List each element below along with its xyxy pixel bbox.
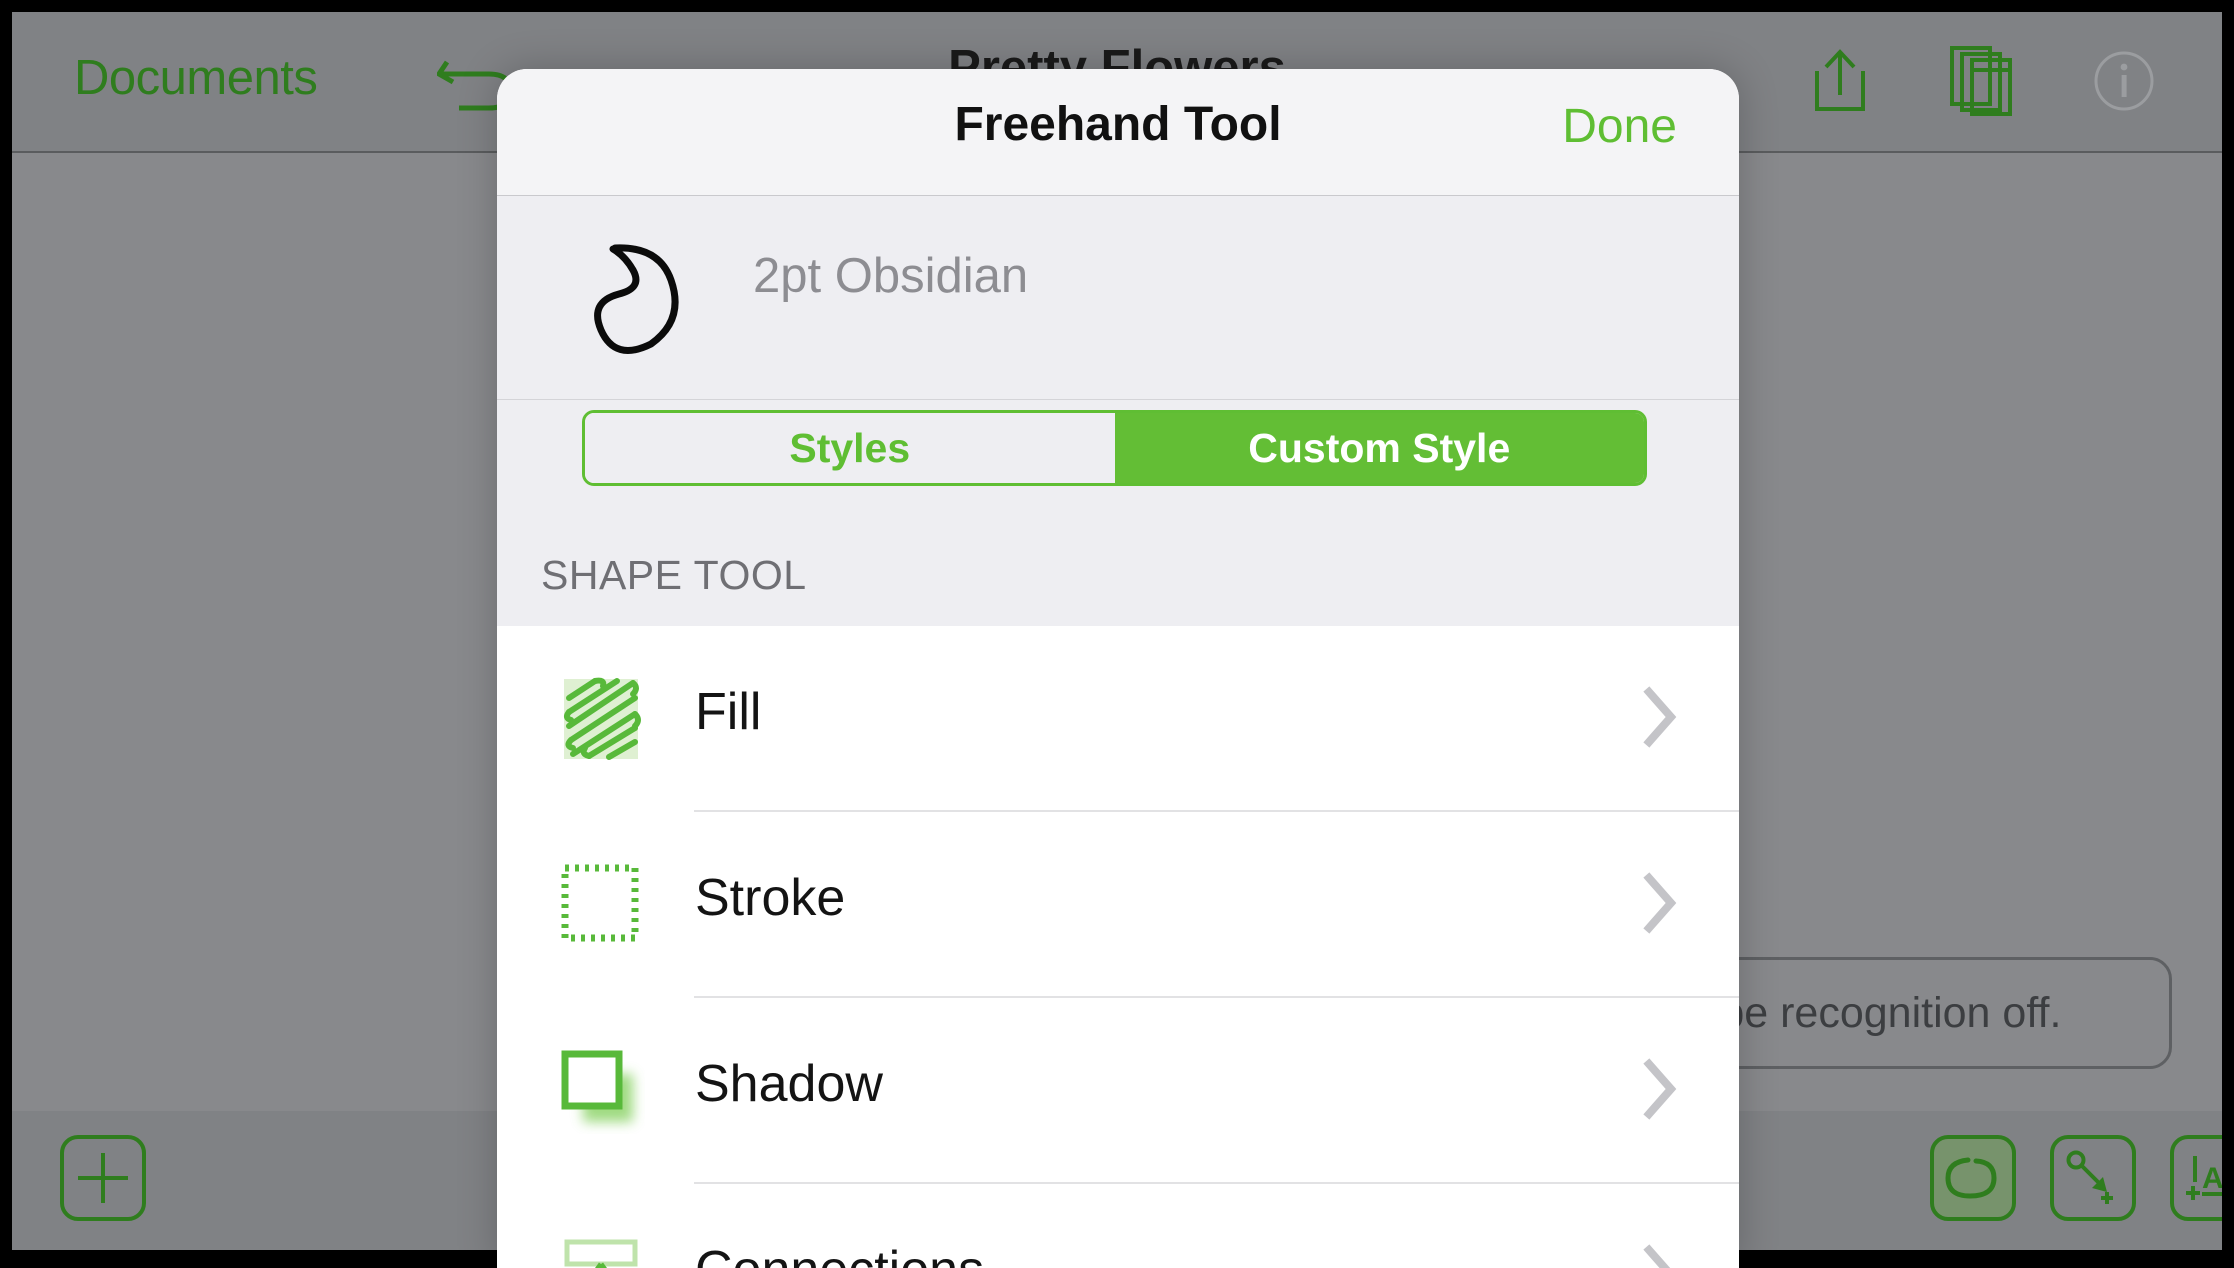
style-mode-segmented-wrap: Styles Custom Style [497,400,1739,522]
chevron-right-icon [1643,1244,1679,1268]
done-button[interactable]: Done [1562,99,1677,154]
list-row-label: Fill [695,683,762,741]
info-icon[interactable] [2084,38,2164,124]
connections-icon [559,1234,645,1268]
add-shape-button[interactable] [60,1135,146,1221]
freehand-tool-button[interactable] [1930,1135,2016,1221]
style-mode-segmented-control[interactable]: Styles Custom Style [582,410,1647,486]
text-tool-button[interactable]: Aa [2170,1135,2222,1221]
chevron-right-icon [1643,1058,1679,1120]
list-row-label: Connections [695,1240,984,1268]
modal-title: Freehand Tool [954,98,1282,151]
style-preview-label: 2pt Obsidian [753,249,1029,303]
svg-text:Aa: Aa [2202,1162,2222,1195]
freehand-loop-icon [575,224,715,364]
line-tool-button[interactable] [2050,1135,2136,1221]
freehand-tool-modal: Freehand Tool Done 2pt Obsidian Styles C… [497,69,1739,1268]
modal-header: Freehand Tool Done [497,69,1739,196]
list-row-fill[interactable]: Fill [497,626,1739,812]
segment-styles[interactable]: Styles [585,413,1115,483]
list-row-label: Shadow [695,1055,883,1113]
layers-icon[interactable] [1942,38,2022,124]
section-header-shape-tool: SHAPE TOOL [497,522,1739,626]
style-preview-row[interactable]: 2pt Obsidian [497,196,1739,400]
chevron-right-icon [1643,872,1679,934]
segment-custom-style[interactable]: Custom Style [1114,413,1644,483]
shadow-square-icon [559,1048,645,1134]
share-icon[interactable] [1800,38,1880,124]
list-row-label: Stroke [695,869,846,927]
list-row-connections[interactable]: Connections [497,1184,1739,1268]
shape-tool-option-list: Fill Stroke Shadow [497,626,1739,1268]
stroke-dotted-square-icon [559,862,645,948]
screen: Documents Pretty Flowers shape recogniti… [0,0,2234,1268]
list-row-stroke[interactable]: Stroke [497,812,1739,998]
fill-hatch-icon [559,676,645,762]
chevron-right-icon [1643,686,1679,748]
section-header-label: SHAPE TOOL [541,552,807,598]
list-row-shadow[interactable]: Shadow [497,998,1739,1184]
nav-right-icon-group [1800,38,2164,124]
